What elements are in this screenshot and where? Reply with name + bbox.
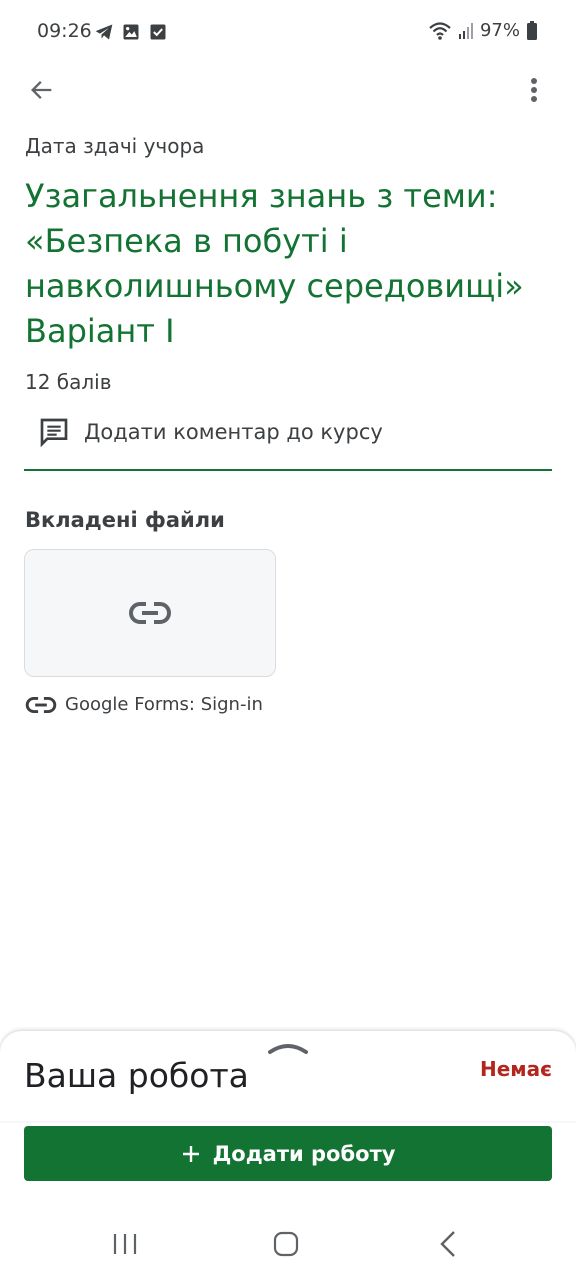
more-vert-icon bbox=[531, 78, 537, 102]
due-date: Дата здачі учора bbox=[25, 134, 205, 158]
attachment-label: Google Forms: Sign-in bbox=[65, 694, 263, 715]
checkbox-icon bbox=[150, 24, 166, 40]
signal-icon bbox=[458, 22, 473, 39]
link-icon bbox=[129, 602, 171, 624]
arrow-left-icon bbox=[31, 81, 52, 99]
add-work-label: Додати роботу bbox=[212, 1141, 396, 1166]
assignment-title: Узагальнення знань з теми: «Безпека в по… bbox=[25, 177, 524, 350]
comment-icon bbox=[40, 418, 68, 448]
wifi-icon bbox=[429, 21, 451, 40]
home-icon[interactable] bbox=[273, 1231, 299, 1257]
battery-icon bbox=[527, 20, 537, 40]
attachment-thumbnail[interactable] bbox=[24, 549, 276, 677]
attachments-heading: Вкладені файли bbox=[25, 508, 225, 532]
divider bbox=[24, 469, 552, 471]
points: 12 балів bbox=[25, 370, 112, 394]
add-work-button[interactable]: Додати роботу bbox=[24, 1126, 552, 1181]
recent-apps-icon[interactable] bbox=[112, 1232, 138, 1256]
status-right: 97% bbox=[428, 20, 538, 41]
more-options-button[interactable] bbox=[514, 70, 554, 110]
link-icon bbox=[25, 696, 57, 713]
back-button[interactable] bbox=[22, 70, 62, 110]
attachment-link[interactable]: Google Forms: Sign-in bbox=[25, 694, 263, 715]
add-class-comment-button[interactable]: Додати коментар до курсу bbox=[38, 416, 383, 448]
your-work-title: Ваша робота bbox=[24, 1056, 249, 1095]
comment-label: Додати коментар до курсу bbox=[84, 420, 383, 444]
work-status: Немає bbox=[479, 1057, 552, 1081]
status-icons bbox=[94, 22, 168, 42]
gallery-icon bbox=[123, 24, 139, 40]
battery-percent: 97% bbox=[479, 20, 520, 41]
nav-back-icon[interactable] bbox=[438, 1230, 458, 1258]
telegram-icon bbox=[95, 24, 113, 40]
chevron-up-icon[interactable] bbox=[268, 1040, 308, 1056]
status-time: 09:26 bbox=[37, 20, 92, 42]
plus-icon bbox=[182, 1145, 199, 1162]
